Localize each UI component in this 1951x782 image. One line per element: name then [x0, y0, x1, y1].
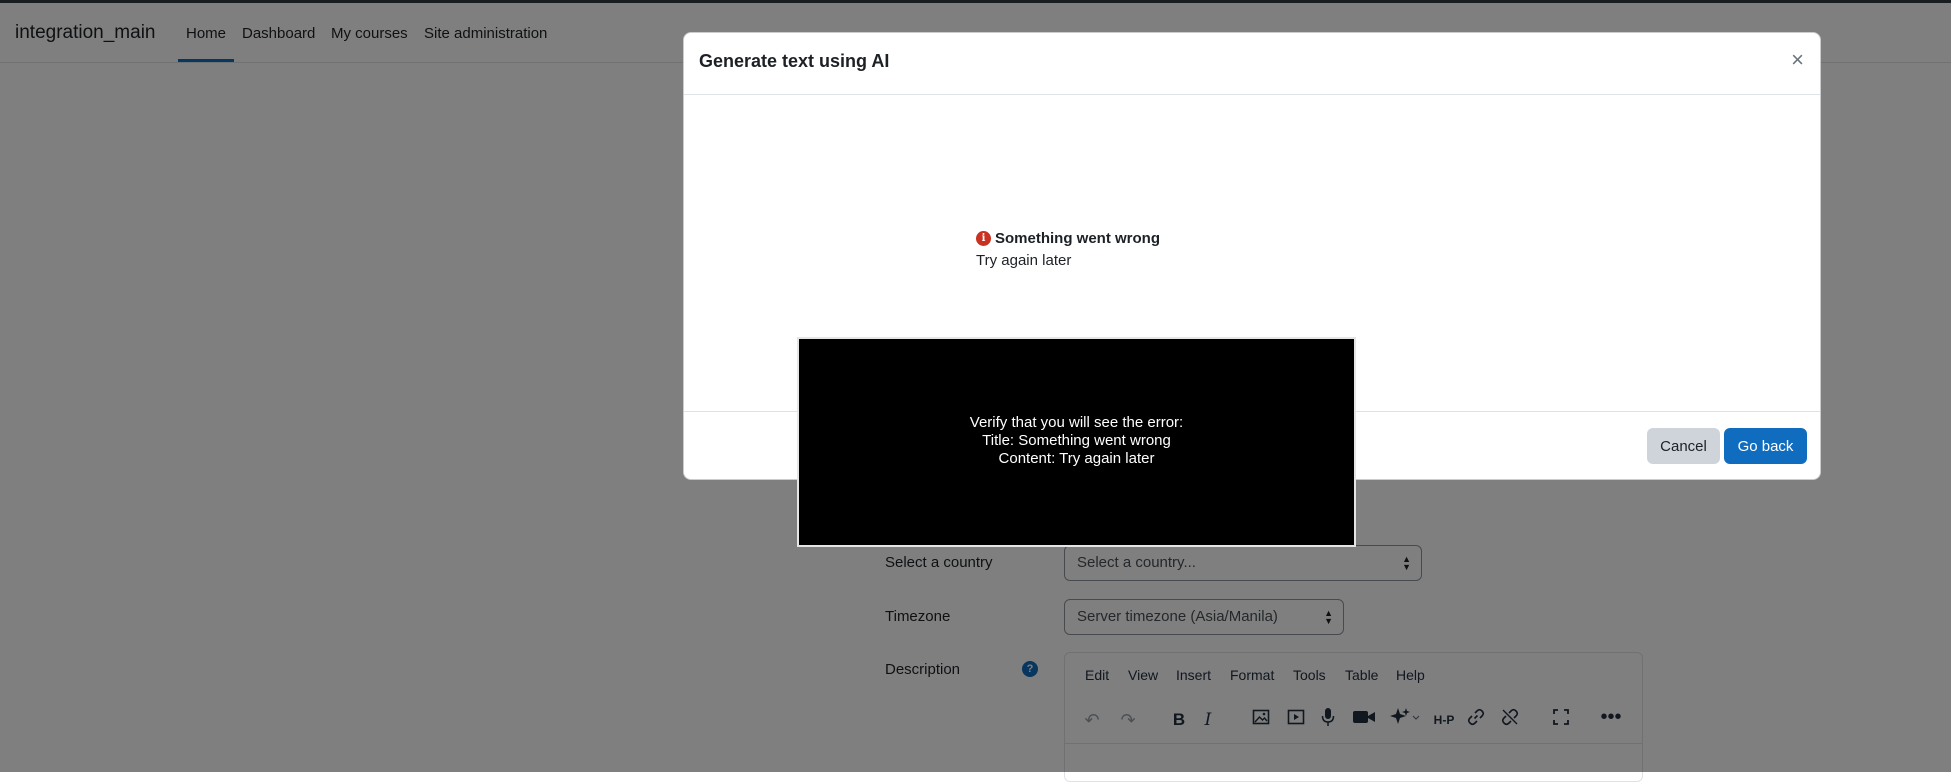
error-content: Try again later: [976, 252, 1072, 269]
modal-title: Generate text using AI: [699, 51, 890, 71]
error-info-icon: i: [976, 231, 991, 246]
instruction-line-1: Verify that you will see the error:: [969, 414, 1184, 431]
instruction-text: Verify that you will see the error: Titl…: [799, 414, 1354, 468]
cancel-button[interactable]: Cancel: [1647, 428, 1720, 464]
instruction-line-3: Content: Try again later: [998, 450, 1155, 467]
modal-header-divider: [684, 94, 1820, 95]
instruction-line-2: Title: Something went wrong: [982, 432, 1171, 449]
go-back-button[interactable]: Go back: [1724, 428, 1807, 464]
error-title: Something went wrong: [995, 230, 1160, 247]
instruction-overlay: Verify that you will see the error: Titl…: [797, 337, 1356, 547]
close-icon[interactable]: ×: [1791, 49, 1804, 71]
